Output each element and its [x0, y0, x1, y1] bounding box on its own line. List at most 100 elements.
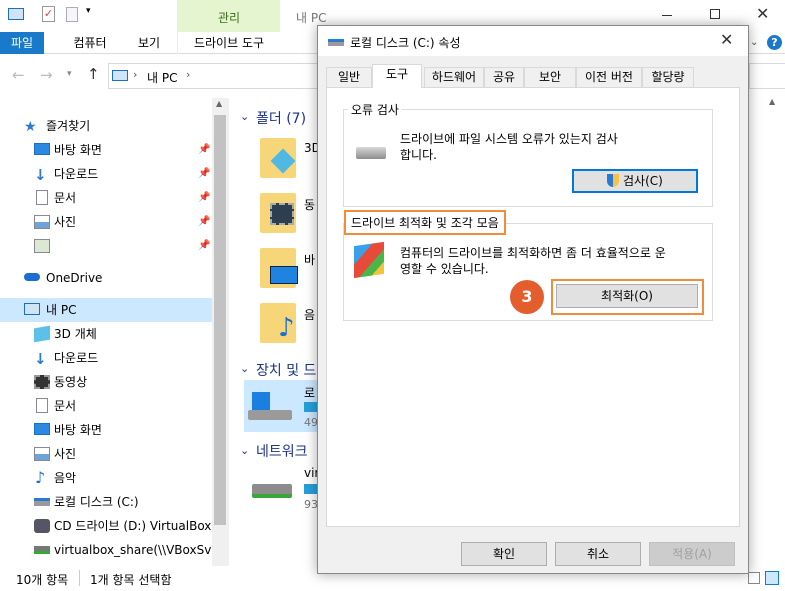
nav-cd-drive-d[interactable]: CD 드라이브 (D:) VirtualBox G	[0, 514, 212, 538]
folder-item-music[interactable]: ♪ 음	[256, 303, 318, 349]
dialog-titlebar[interactable]: 로컬 디스크 (C:) 속성 ✕	[318, 26, 748, 56]
drive-icon	[328, 39, 344, 46]
tab-computer[interactable]: 컴퓨터	[60, 32, 120, 54]
collapse-icon[interactable]: ⌄	[240, 444, 249, 457]
nav-onedrive[interactable]: OneDrive	[0, 266, 212, 290]
nav-music[interactable]: ♪ 음악	[0, 466, 212, 490]
breadcrumb-separator-icon: ›	[186, 68, 191, 81]
navigation-pane: ★ 즐겨찾기 바탕 화면 📌 ↓ 다운로드 📌 문서 📌 사진 📌 📌 OneD…	[0, 108, 212, 568]
pin-icon[interactable]: 📌	[198, 234, 210, 258]
folder-item-desktop[interactable]: 바	[256, 248, 318, 294]
search-input[interactable]	[749, 63, 785, 89]
desktop-icon	[34, 143, 50, 155]
drive-icon	[34, 498, 50, 506]
tab-general[interactable]: 일반	[326, 67, 372, 87]
new-folder-icon[interactable]	[66, 7, 78, 22]
folder-item-3d[interactable]: 3D	[256, 138, 321, 184]
properties-icon[interactable]: ✓	[42, 6, 55, 22]
nav-downloads[interactable]: ↓ 다운로드	[0, 346, 212, 370]
forward-arrow-icon[interactable]: →	[40, 66, 53, 84]
nav-scrollbar-thumb[interactable]	[214, 115, 226, 525]
scroll-up-icon[interactable]: ▲	[216, 99, 222, 108]
breadcrumb-this-pc[interactable]: 내 PC	[147, 69, 177, 86]
nav-desktop[interactable]: 바탕 화면	[0, 418, 212, 442]
minimize-icon[interactable]	[662, 15, 672, 16]
pin-icon[interactable]: 📌	[198, 162, 210, 186]
ribbon-expand-icon[interactable]: ⌄	[750, 37, 758, 48]
nav-videos[interactable]: 동영상	[0, 370, 212, 394]
collapse-icon[interactable]: ⌄	[240, 110, 249, 123]
large-icons-view-icon[interactable]	[765, 571, 779, 585]
content-pane: ⌄ 폴더 (7) 3D 동 바 ♪ 음 ⌄ 장치 및 드 로 49 ⌄ 네트워크…	[230, 98, 321, 566]
folder-item-videos[interactable]: 동	[256, 193, 318, 239]
computer-icon	[112, 70, 128, 81]
download-icon: ↓	[34, 166, 47, 184]
status-item-count: 10개 항목	[16, 573, 69, 587]
error-check-description-line1: 드라이브에 파일 시스템 오류가 있는지 검사	[400, 132, 618, 146]
tab-tools[interactable]: 도구	[372, 64, 422, 88]
image-icon	[34, 239, 50, 253]
pin-icon[interactable]: 📌	[198, 210, 210, 234]
maximize-icon[interactable]	[710, 9, 720, 19]
nav-this-pc[interactable]: 내 PC	[0, 298, 212, 322]
step-badge: 3	[510, 280, 544, 314]
dialog-title: 로컬 디스크 (C:) 속성	[350, 36, 461, 50]
pin-icon[interactable]: 📌	[198, 138, 210, 162]
desktop-icon	[34, 423, 50, 435]
close-icon[interactable]: ✕	[756, 4, 769, 23]
tools-tab-panel: 오류 검사 드라이브에 파일 시스템 오류가 있는지 검사 합니다. 검사(C)…	[326, 87, 740, 527]
section-devices[interactable]: 장치 및 드	[256, 360, 316, 380]
nav-pictures[interactable]: 사진	[0, 442, 212, 466]
recent-locations-icon[interactable]: ▾	[67, 69, 72, 79]
scroll-up-icon[interactable]: ▲	[769, 97, 775, 106]
check-button[interactable]: 검사(C)	[572, 169, 698, 193]
back-arrow-icon[interactable]: ←	[12, 66, 25, 84]
nav-quick-unnamed[interactable]: 📌	[0, 234, 212, 258]
device-item-c-drive[interactable]: 로 49	[244, 380, 318, 432]
nav-quick-desktop[interactable]: 바탕 화면 📌	[0, 138, 212, 162]
section-network[interactable]: 네트워크	[256, 441, 308, 461]
cloud-icon	[24, 273, 40, 281]
optimize-button[interactable]: 최적화(O)	[556, 284, 698, 308]
desktop-icon	[270, 266, 298, 284]
apply-button[interactable]: 적용(A)	[649, 542, 735, 566]
tab-quota[interactable]: 할당량	[642, 67, 694, 87]
status-divider	[79, 570, 80, 586]
nav-documents[interactable]: 문서	[0, 394, 212, 418]
customize-toolbar-icon[interactable]: ▾	[86, 6, 91, 16]
tab-sharing[interactable]: 공유	[484, 67, 524, 87]
collapse-icon[interactable]: ⌄	[240, 362, 249, 375]
nav-3d-objects[interactable]: 3D 개체	[0, 322, 212, 346]
help-icon[interactable]: ?	[767, 35, 782, 50]
pictures-icon	[34, 215, 50, 229]
nav-quick-pictures[interactable]: 사진 📌	[0, 210, 212, 234]
nav-quick-downloads[interactable]: ↓ 다운로드 📌	[0, 162, 212, 186]
right-scrollbar[interactable]	[766, 98, 785, 566]
cd-drive-icon	[34, 519, 50, 533]
tab-hardware[interactable]: 하드웨어	[424, 67, 484, 87]
tab-drive-tools[interactable]: 드라이브 도구	[177, 32, 280, 54]
details-view-icon[interactable]	[748, 572, 760, 584]
tab-previous-versions[interactable]: 이전 버전	[576, 67, 642, 87]
section-folders[interactable]: 폴더 (7)	[256, 108, 306, 128]
hard-drive-icon	[356, 147, 386, 159]
network-item-share[interactable]: vir 93	[244, 462, 319, 516]
nav-local-disk-c[interactable]: 로컬 디스크 (C:)	[0, 490, 212, 514]
tab-security[interactable]: 보안	[524, 67, 576, 87]
cancel-button[interactable]: 취소	[555, 542, 641, 566]
nav-quick-access[interactable]: ★ 즐겨찾기	[0, 114, 212, 138]
tab-file[interactable]: 파일	[0, 32, 44, 54]
optimize-description-line2: 영할 수 있습니다.	[400, 262, 489, 276]
capacity-bar	[304, 484, 318, 494]
nav-quick-documents[interactable]: 문서 📌	[0, 186, 212, 210]
address-input[interactable]: › 내 PC ›	[108, 63, 318, 89]
close-icon[interactable]: ✕	[720, 30, 733, 49]
ok-button[interactable]: 확인	[461, 542, 547, 566]
up-arrow-icon[interactable]: ↑	[87, 65, 100, 83]
pin-icon[interactable]: 📌	[198, 186, 210, 210]
film-icon	[270, 203, 294, 225]
breadcrumb-separator-icon: ›	[133, 68, 138, 81]
tab-view[interactable]: 보기	[126, 32, 172, 54]
nav-network-share[interactable]: virtualbox_share(\\VBoxSvr)	[0, 538, 212, 562]
pictures-icon	[34, 447, 50, 461]
